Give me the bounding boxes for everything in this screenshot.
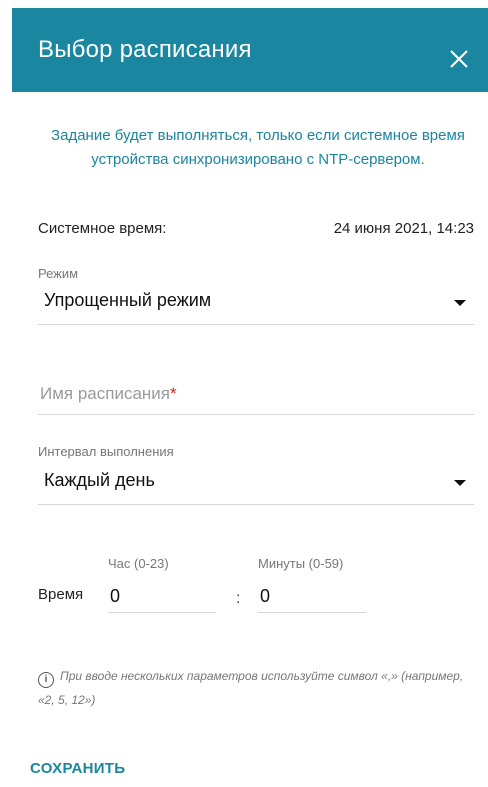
mode-select[interactable]: Упрощенный режим (38, 284, 474, 325)
mode-value: Упрощенный режим (44, 290, 212, 310)
save-button[interactable]: СОХРАНИТЬ (30, 760, 125, 777)
caret-down-icon (454, 480, 466, 486)
interval-label: Интервал выполнения (38, 444, 174, 459)
minute-input[interactable]: 0 (258, 584, 366, 613)
schedule-name-placeholder: Имя расписания* (40, 384, 177, 403)
system-time-label: Системное время: (38, 220, 167, 237)
hour-label: Час (0-23) (108, 556, 169, 571)
hint-text: При вводе нескольких параметров использу… (38, 669, 464, 707)
mode-label: Режим (38, 266, 79, 281)
ntp-notice: Задание будет выполняться, только если с… (51, 127, 465, 168)
schedule-dialog: Выбор расписания Задание будет выполнять… (12, 0, 488, 787)
hour-input[interactable]: 0 (108, 584, 216, 613)
interval-select[interactable]: Каждый день (38, 464, 474, 505)
schedule-name-input[interactable]: Имя расписания* (38, 378, 474, 415)
required-asterisk: * (170, 384, 177, 403)
info-icon: i (38, 672, 54, 688)
dialog-title: Выбор расписания (38, 36, 252, 63)
caret-down-icon (454, 300, 466, 306)
interval-value: Каждый день (44, 470, 155, 490)
time-separator: : (236, 590, 241, 607)
minute-label: Минуты (0-59) (258, 556, 344, 571)
dialog-header: Выбор расписания (12, 8, 488, 92)
close-icon[interactable] (448, 48, 470, 70)
input-hint: i При вводе нескольких параметров использ… (38, 664, 478, 712)
minute-value: 0 (260, 586, 271, 606)
system-time-value: 24 июня 2021, 14:23 (333, 220, 474, 237)
hour-value: 0 (110, 586, 121, 606)
time-label: Время (38, 586, 84, 603)
